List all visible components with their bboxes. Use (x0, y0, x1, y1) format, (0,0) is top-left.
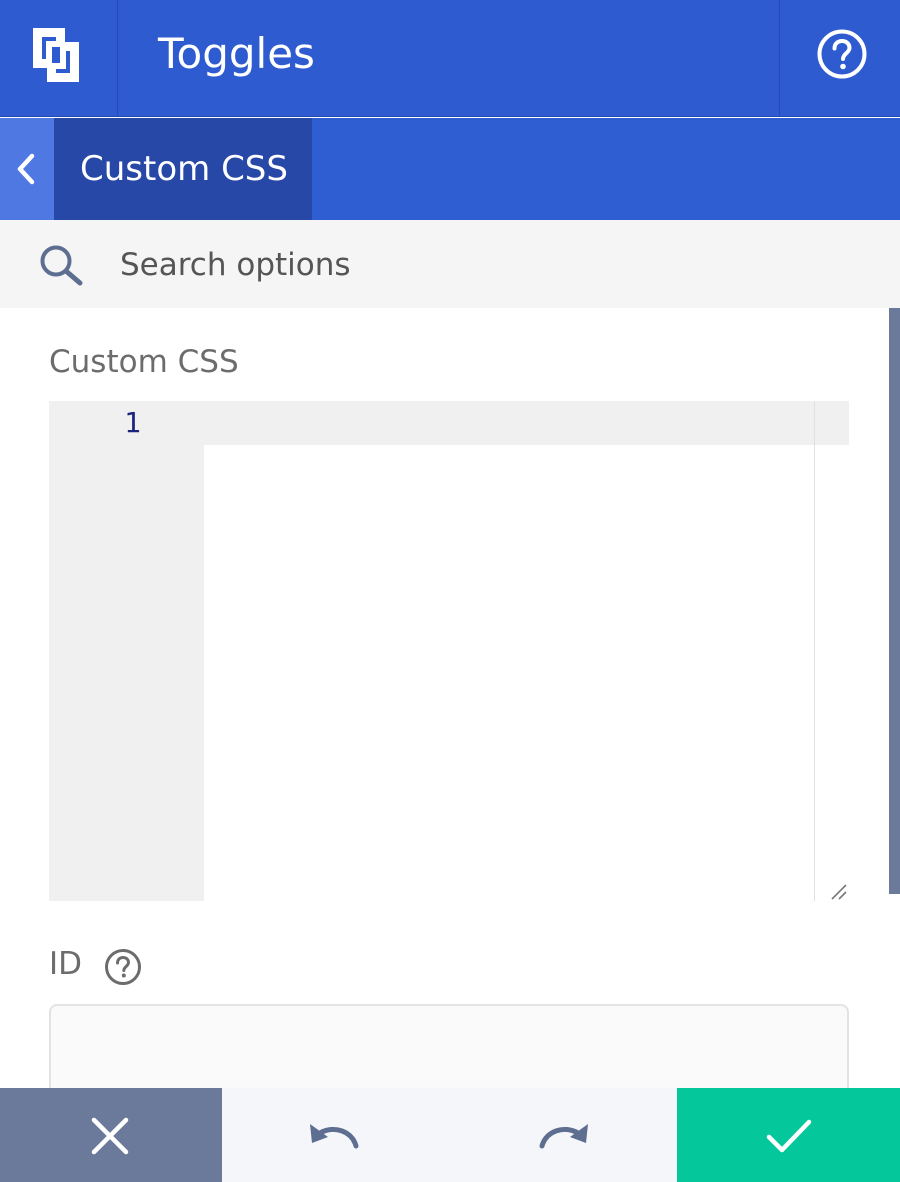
editor-scrollbar-track[interactable] (814, 401, 849, 901)
search-input[interactable] (118, 234, 822, 296)
top-bar: Toggles (0, 0, 900, 117)
id-label: ID (49, 946, 83, 982)
help-button[interactable] (779, 0, 900, 116)
breadcrumb-current[interactable]: Custom CSS (54, 118, 312, 220)
search-bar (0, 220, 900, 308)
check-icon (766, 1119, 812, 1153)
search-icon (40, 245, 83, 286)
back-button[interactable] (0, 118, 54, 220)
undo-button[interactable] (222, 1088, 450, 1182)
custom-css-label: Custom CSS (49, 344, 239, 380)
editor-active-line[interactable] (204, 401, 849, 445)
help-circle-icon (817, 29, 867, 79)
close-icon (91, 1117, 129, 1155)
custom-css-editor[interactable]: 1 (49, 401, 849, 901)
chevron-left-icon (17, 153, 35, 185)
redo-icon (539, 1124, 588, 1149)
cancel-button[interactable] (0, 1088, 222, 1182)
breadcrumb: Custom CSS (0, 118, 900, 220)
brand-logo-icon (33, 28, 79, 82)
logo[interactable] (0, 0, 118, 116)
redo-button[interactable] (450, 1088, 677, 1182)
bottom-action-bar (0, 1088, 900, 1182)
undo-icon (310, 1124, 359, 1149)
help-circle-icon[interactable] (104, 948, 142, 986)
page-title: Toggles (158, 29, 315, 78)
save-button[interactable] (677, 1088, 900, 1182)
panel-scrollbar[interactable] (889, 308, 900, 894)
line-number: 1 (124, 406, 141, 439)
editor-gutter: 1 (49, 401, 204, 901)
resize-handle-icon[interactable] (830, 883, 848, 901)
